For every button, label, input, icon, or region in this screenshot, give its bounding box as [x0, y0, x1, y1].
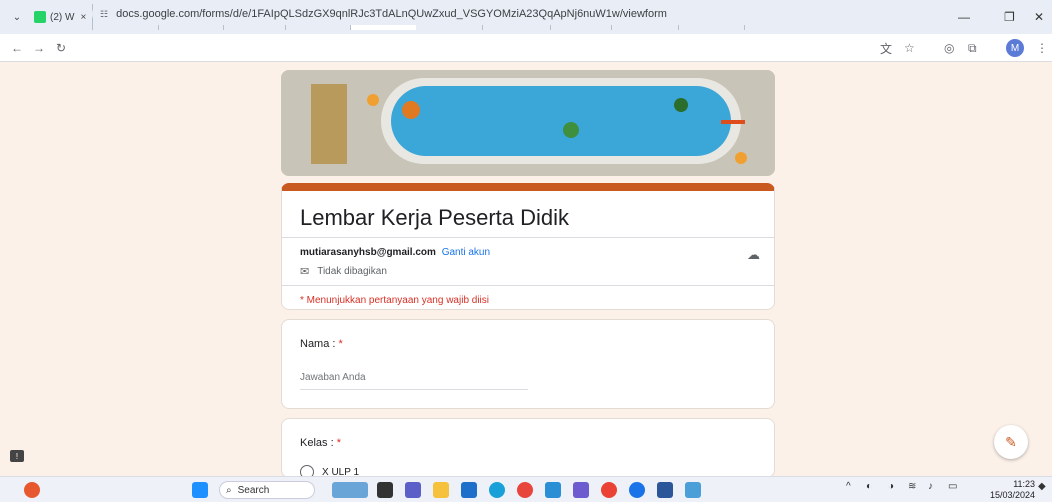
- profile-avatar[interactable]: M: [1006, 34, 1024, 62]
- not-shared-label: Tidak dibagikan: [317, 266, 387, 277]
- widgets-icon[interactable]: [332, 482, 368, 498]
- forward-icon[interactable]: →: [28, 41, 50, 55]
- favicon-icon: [34, 11, 46, 23]
- form-title-card: Lembar Kerja Peserta Didik mutiarasanyhs…: [281, 183, 775, 310]
- app-icon[interactable]: [685, 482, 701, 498]
- date: 15/03/2024: [990, 490, 1036, 500]
- reload-icon[interactable]: ↻: [50, 41, 72, 55]
- close-window-icon[interactable]: ✕: [1034, 0, 1044, 34]
- not-shared-info: ✉ Tidak dibagikan: [300, 265, 387, 278]
- clock[interactable]: 11:23 15/03/2024: [990, 479, 1035, 501]
- form-header-image: [281, 70, 775, 176]
- taskbar: ⌕ Search ^ ◐ ◑ ≋ ♪ ▭ 11:23 15/03/2024 ◆: [0, 476, 1052, 502]
- question-label: Nama : *: [300, 338, 343, 350]
- tab-label: (2) W: [50, 11, 75, 23]
- account-email: mutiarasanyhsb@gmail.com: [300, 247, 436, 258]
- volume-icon[interactable]: ♪: [928, 481, 933, 492]
- restore-icon[interactable]: ❐: [1004, 0, 1015, 34]
- feedback-icon[interactable]: !: [10, 450, 24, 462]
- tab-close-icon[interactable]: ×: [80, 12, 86, 23]
- bookmark-star-icon[interactable]: ☆: [904, 34, 915, 62]
- divider: [282, 285, 774, 286]
- switch-account-link[interactable]: Ganti akun: [442, 247, 490, 258]
- notification-app-icon[interactable]: [24, 482, 40, 498]
- required-star: *: [336, 437, 341, 449]
- word-icon[interactable]: [657, 482, 673, 498]
- question-class-card: Kelas : * X ULP 1: [281, 418, 775, 478]
- wifi-icon[interactable]: ≋: [908, 481, 916, 492]
- name-answer-input[interactable]: Jawaban Anda: [300, 372, 528, 390]
- store-icon[interactable]: [461, 482, 477, 498]
- show-hidden-icons[interactable]: ^: [846, 481, 851, 492]
- edit-pencil-icon[interactable]: ✎: [994, 425, 1028, 459]
- translate-icon[interactable]: 文: [880, 34, 892, 62]
- opera-icon[interactable]: [517, 482, 533, 498]
- required-star: *: [338, 338, 343, 350]
- extensions-puzzle-icon[interactable]: ⧉: [968, 34, 977, 62]
- taskbar-search[interactable]: ⌕ Search: [219, 481, 315, 499]
- back-icon[interactable]: ←: [6, 41, 28, 55]
- account-info: mutiarasanyhsb@gmail.com Ganti akun: [300, 247, 490, 258]
- browser-tab[interactable]: (2) W ×: [28, 4, 94, 30]
- minimize-icon[interactable]: —: [958, 0, 970, 34]
- chat-icon[interactable]: [405, 482, 421, 498]
- address-bar[interactable]: ☷ docs.google.com/forms/d/e/1FAIpQLSdzGX…: [92, 3, 902, 25]
- question-text: Kelas :: [300, 437, 337, 449]
- site-info-icon[interactable]: ☷: [100, 9, 108, 20]
- windows-start-icon[interactable]: [192, 482, 208, 498]
- form-title: Lembar Kerja Peserta Didik: [300, 205, 570, 230]
- notification-bell-icon[interactable]: ◆: [1038, 481, 1046, 492]
- app-icon[interactable]: [573, 482, 589, 498]
- edge-icon[interactable]: [489, 482, 505, 498]
- extension-icon[interactable]: ◎: [944, 34, 954, 62]
- question-label: Kelas : *: [300, 437, 341, 449]
- address-row: ← → ↻: [0, 34, 1052, 62]
- question-name-card: Nama : * Jawaban Anda: [281, 319, 775, 409]
- time: 11:23: [1013, 479, 1036, 489]
- battery-icon[interactable]: ▭: [948, 481, 957, 492]
- mail-icon: ✉: [300, 266, 310, 278]
- app-icon[interactable]: [545, 482, 561, 498]
- chrome-icon[interactable]: [601, 482, 617, 498]
- tab-search-icon[interactable]: ⌄: [6, 6, 28, 28]
- task-view-icon[interactable]: [377, 482, 393, 498]
- file-explorer-icon[interactable]: [433, 482, 449, 498]
- question-text: Nama :: [300, 338, 339, 350]
- menu-kebab-icon[interactable]: ⋮: [1036, 34, 1048, 62]
- tray-app-icon[interactable]: ◐: [866, 481, 872, 492]
- cloud-saved-icon: ☁: [747, 247, 760, 262]
- search-label: Search: [237, 484, 270, 496]
- divider: [282, 237, 774, 238]
- url-text: docs.google.com/forms/d/e/1FAIpQLSdzGX9q…: [116, 8, 667, 20]
- search-icon: ⌕: [226, 484, 232, 496]
- tray-app-icon[interactable]: ◑: [888, 481, 894, 492]
- chrome-profile-icon[interactable]: [629, 482, 645, 498]
- required-note: * Menunjukkan pertanyaan yang wajib diis…: [300, 295, 490, 306]
